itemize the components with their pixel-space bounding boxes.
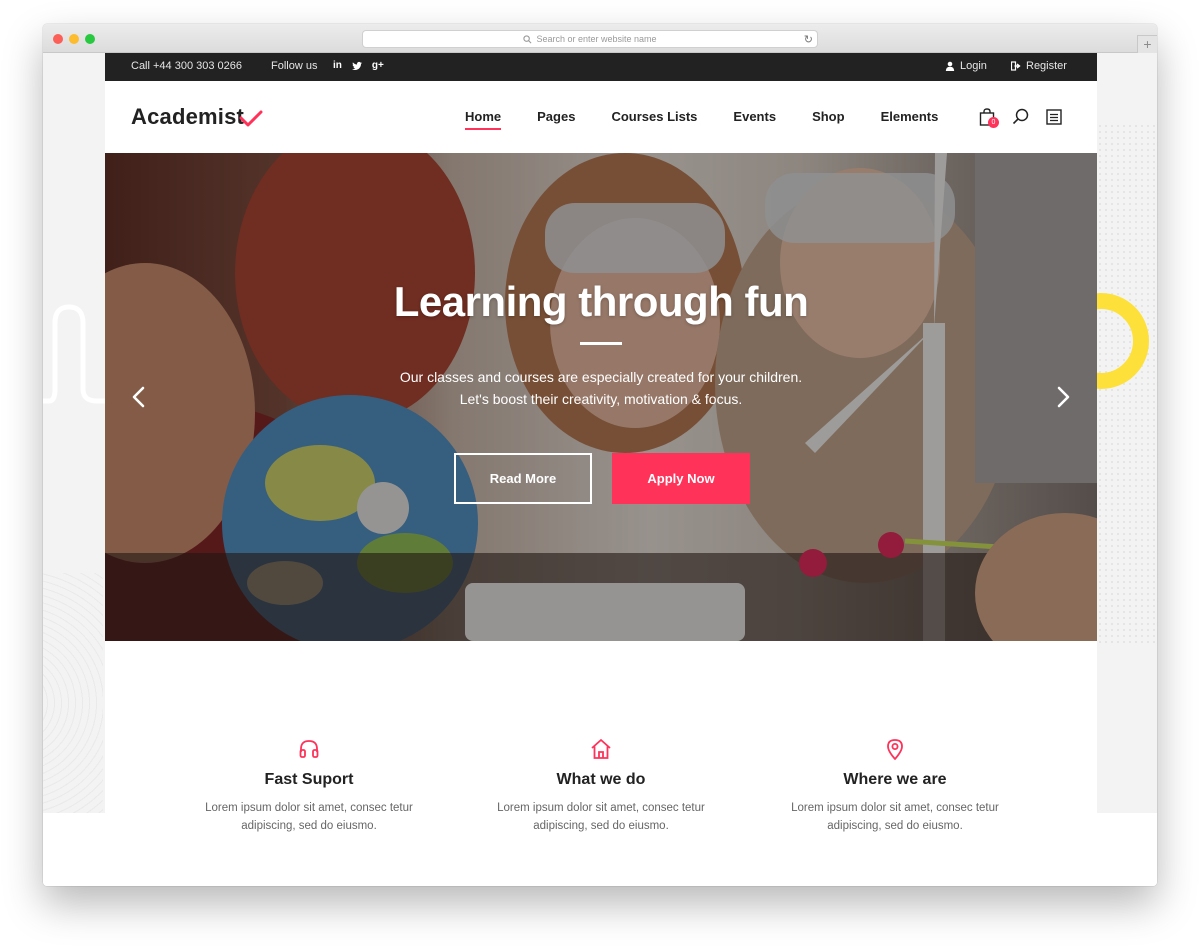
linkedin-icon[interactable]: in (333, 60, 342, 71)
login-link[interactable]: Login (945, 60, 987, 72)
browser-toolbar: Search or enter website name ↻ + (43, 24, 1157, 53)
cart-count-badge: 0 (988, 117, 999, 128)
browser-window: Search or enter website name ↻ + Call +4… (43, 24, 1157, 886)
header-icons: 0 (979, 108, 1063, 128)
read-more-button[interactable]: Read More (454, 453, 592, 504)
feature-where-we-are: Where we are Lorem ipsum dolor sit amet,… (775, 737, 1015, 835)
sign-in-icon (1011, 61, 1021, 71)
feature-title: Fast Suport (264, 771, 354, 788)
hero-divider (580, 342, 622, 345)
feature-text: Lorem ipsum dolor sit amet, consec tetur… (791, 802, 999, 832)
nav-elements[interactable]: Elements (881, 109, 939, 124)
map-pin-icon (887, 739, 903, 760)
register-link[interactable]: Register (1011, 60, 1067, 72)
phone-number[interactable]: Call +44 300 303 0266 (131, 60, 242, 72)
search-icon[interactable] (1012, 108, 1030, 126)
new-tab-button[interactable]: + (1137, 35, 1157, 53)
feature-title: What we do (556, 771, 646, 788)
feature-text: Lorem ipsum dolor sit amet, consec tetur… (205, 802, 413, 832)
twitter-icon[interactable] (351, 61, 362, 71)
reload-icon[interactable]: ↻ (804, 33, 813, 46)
address-placeholder: Search or enter website name (536, 34, 657, 44)
features-section: Fast Suport Lorem ipsum dolor sit amet, … (105, 641, 1097, 886)
page-viewport: Call +44 300 303 0266 Follow us in g+ Lo… (43, 53, 1157, 886)
chevron-right-icon[interactable] (1053, 385, 1073, 409)
login-label: Login (960, 60, 987, 72)
register-label: Register (1026, 60, 1067, 72)
chevron-left-icon[interactable] (129, 385, 149, 409)
menu-icon[interactable] (1045, 108, 1063, 126)
minimize-window-button[interactable] (69, 34, 79, 44)
nav-shop[interactable]: Shop (812, 109, 845, 124)
cart-button[interactable]: 0 (979, 108, 999, 128)
site-header: Academist Home Pages Courses Lists Event… (105, 81, 1097, 153)
site-logo[interactable]: Academist (131, 104, 244, 130)
google-plus-icon[interactable]: g+ (372, 60, 384, 71)
feature-what-we-do: What we do Lorem ipsum dolor sit amet, c… (481, 737, 721, 835)
close-window-button[interactable] (53, 34, 63, 44)
apply-now-button[interactable]: Apply Now (612, 453, 750, 504)
feature-text: Lorem ipsum dolor sit amet, consec tetur… (497, 802, 705, 832)
home-icon (591, 739, 611, 759)
address-bar[interactable]: Search or enter website name ↻ (362, 30, 818, 48)
nav-pages[interactable]: Pages (537, 109, 575, 124)
social-links: in g+ (333, 60, 384, 71)
nav-home[interactable]: Home (465, 109, 502, 130)
ring-pattern-decoration (43, 573, 103, 833)
headphones-icon (299, 740, 319, 758)
maximize-window-button[interactable] (85, 34, 95, 44)
checkmark-logo-icon (239, 110, 263, 127)
website: Call +44 300 303 0266 Follow us in g+ Lo… (105, 53, 1097, 886)
feature-fast-support: Fast Suport Lorem ipsum dolor sit amet, … (189, 737, 429, 835)
nav-courses-lists[interactable]: Courses Lists (611, 109, 697, 124)
hero-subtitle: Our classes and courses are especially c… (399, 369, 803, 407)
search-icon (523, 34, 532, 43)
nav-events[interactable]: Events (733, 109, 776, 124)
hero-slider: Learning through fun Our classes and cou… (105, 153, 1097, 641)
main-nav: Home Pages Courses Lists Events Shop Ele… (465, 109, 974, 130)
feature-title: Where we are (843, 771, 947, 788)
user-icon (945, 61, 955, 71)
wave-line-decoration (43, 304, 107, 404)
hero-title: Learning through fun (393, 278, 809, 325)
top-bar: Call +44 300 303 0266 Follow us in g+ Lo… (105, 53, 1097, 81)
follow-us-label: Follow us (271, 60, 318, 72)
